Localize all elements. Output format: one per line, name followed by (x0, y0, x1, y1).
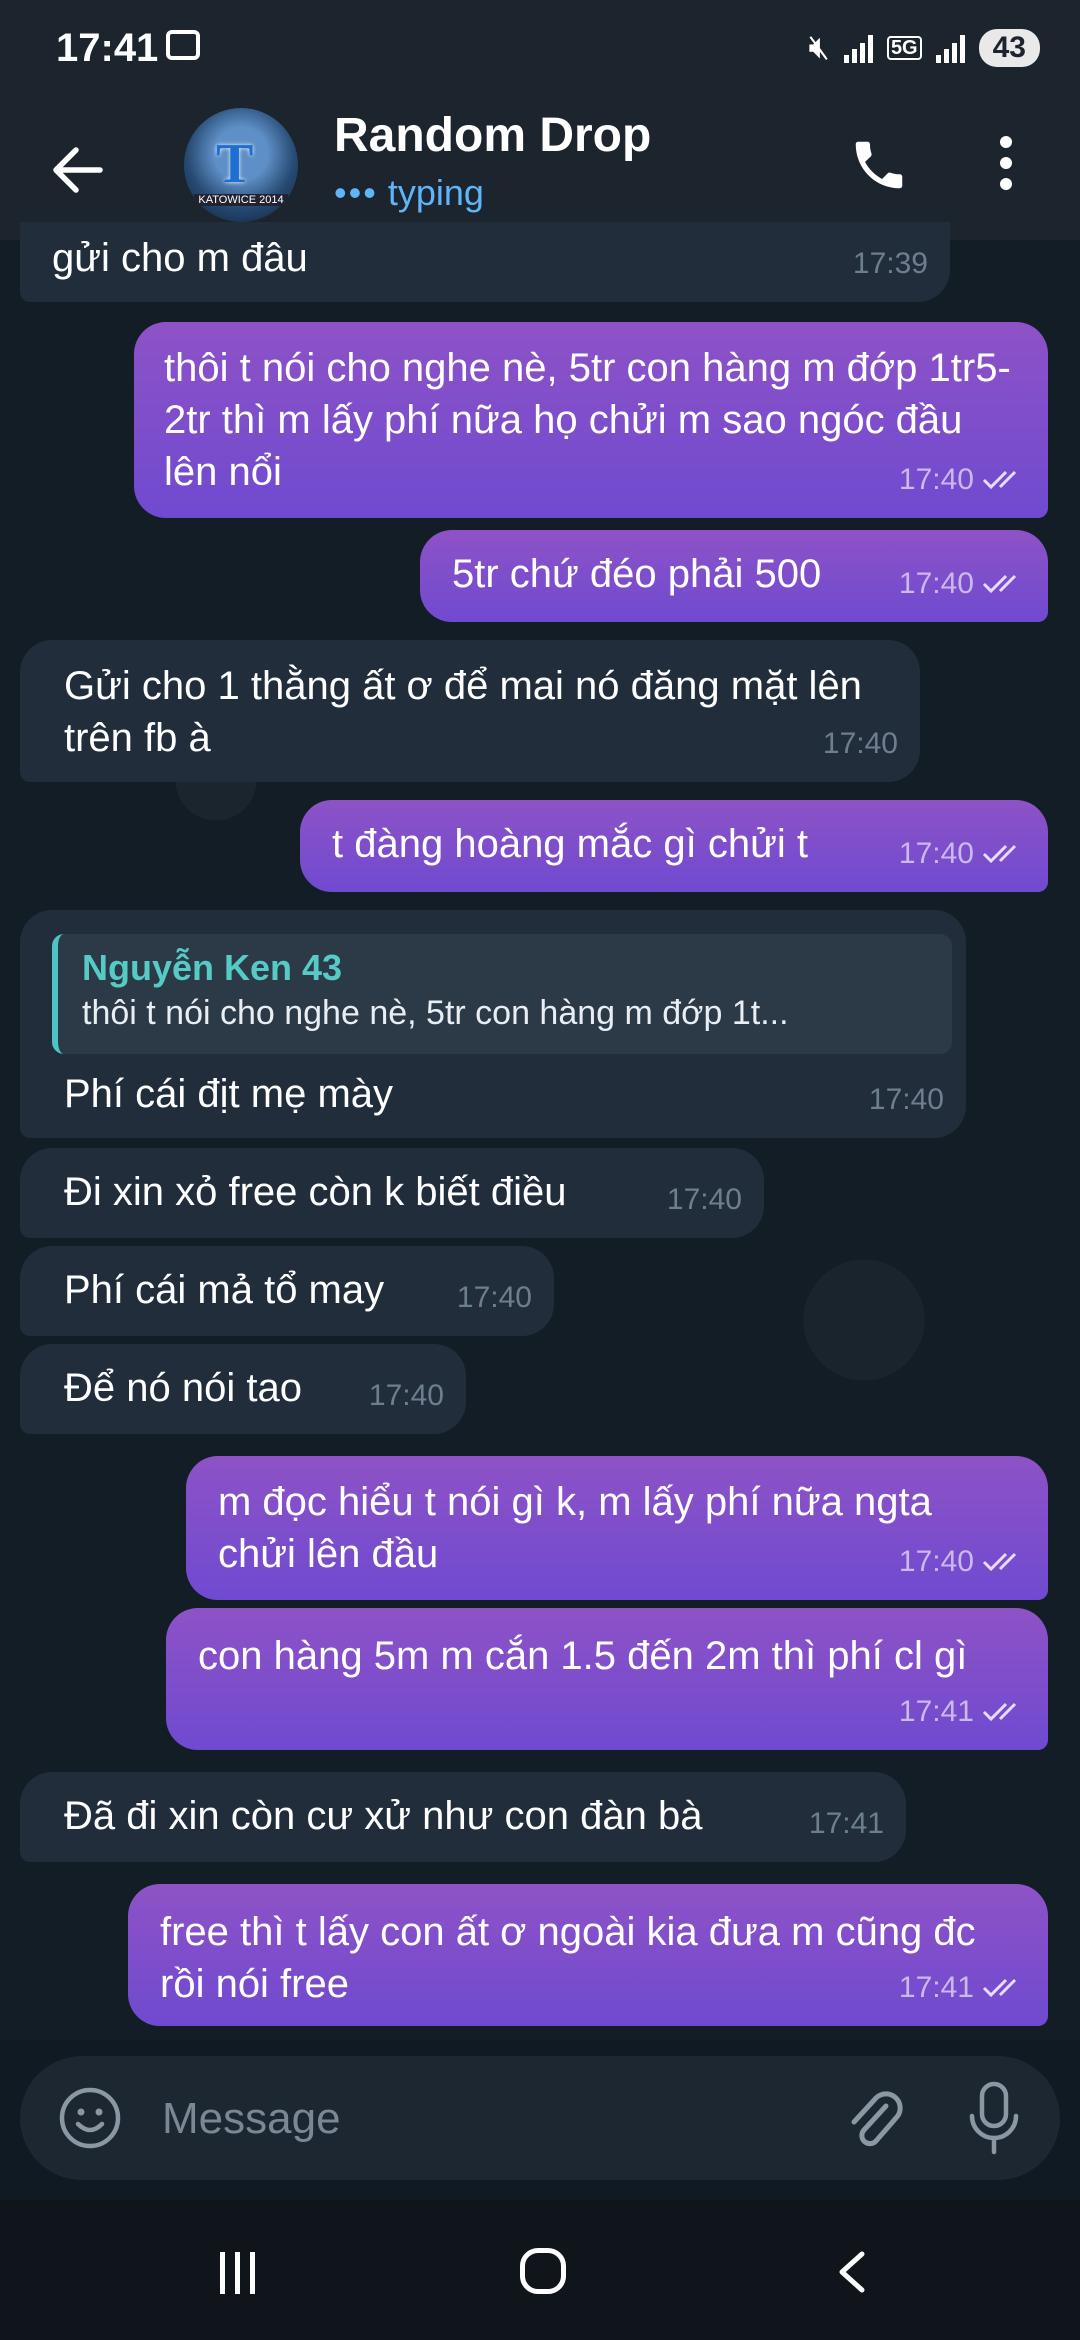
more-options-icon[interactable] (996, 136, 1016, 196)
message-text: thôi t nói cho nghe nè, 5tr con hàng m đ… (164, 346, 1011, 494)
message-text: Đã đi xin còn cư xử như con đàn bà (64, 1794, 703, 1838)
message-time: 17:41 (899, 1686, 1026, 1738)
message-time: 17:41 (899, 1962, 1026, 2014)
message-time: 17:40 (899, 828, 1026, 880)
message-time: 17:40 (899, 454, 1026, 506)
recent-apps-icon[interactable] (220, 2252, 266, 2294)
message-bubble[interactable]: con hàng 5m m cắn 1.5 đến 2m thì phí cl … (166, 1608, 1048, 1750)
read-check-icon (982, 574, 1017, 594)
message-input[interactable]: Message (162, 2094, 341, 2144)
emoji-icon[interactable] (58, 2086, 122, 2150)
avatar[interactable]: T KATOWICE 2014 (184, 108, 298, 222)
read-check-icon (982, 470, 1017, 490)
mute-icon: 🔇︎ (808, 28, 830, 66)
message-time: 17:40 (899, 558, 1026, 610)
microphone-icon[interactable] (966, 2080, 1022, 2156)
nav-back-icon[interactable] (832, 2250, 872, 2294)
avatar-logo: T (216, 133, 254, 195)
message-time: 17:40 (822, 727, 898, 760)
message-text: Phí cái mả tổ may (64, 1268, 385, 1312)
message-bubble[interactable]: t đàng hoàng mắc gì chửi t 17:40 (300, 800, 1048, 892)
message-input-bar[interactable]: Message (20, 2056, 1060, 2180)
back-arrow-icon[interactable] (48, 140, 108, 200)
message-text: m đọc hiểu t nói gì k, m lấy phí nữa ngt… (218, 1480, 932, 1576)
message-time: 17:40 (868, 1083, 944, 1116)
message-bubble[interactable]: gửi cho m đâu 17:39 (20, 222, 950, 302)
typing-dots: ••• (334, 172, 378, 213)
signal-icon (843, 33, 873, 63)
status-time: 17:41 (56, 26, 159, 70)
battery-level: 43 (978, 28, 1040, 67)
message-bubble[interactable]: Để nó nói tao 17:40 (20, 1344, 466, 1434)
reply-quote[interactable]: Nguyễn Ken 43 thôi t nói cho nghe nè, 5t… (52, 934, 952, 1054)
message-bubble[interactable]: Đi xin xỏ free còn k biết điều 17:40 (20, 1148, 764, 1238)
typing-status: ••• typing (334, 172, 484, 214)
message-text: Đi xin xỏ free còn k biết điều (64, 1170, 567, 1214)
chat-header: T KATOWICE 2014 Random Drop ••• typing (0, 100, 1080, 240)
read-check-icon (982, 1978, 1017, 1998)
message-time: 17:40 (456, 1281, 532, 1314)
avatar-caption: KATOWICE 2014 (194, 194, 288, 206)
status-icons: 🔇︎ 5G 43 (809, 28, 1040, 67)
message-time: 17:41 (808, 1807, 884, 1840)
message-time: 17:40 (666, 1183, 742, 1216)
message-time: 17:40 (899, 1536, 1026, 1588)
reply-text: thôi t nói cho nghe nè, 5tr con hàng m đ… (82, 994, 789, 1032)
message-bubble-with-reply[interactable]: Nguyễn Ken 43 thôi t nói cho nghe nè, 5t… (20, 910, 966, 1138)
message-text: Phí cái địt mẹ mày (64, 1072, 394, 1116)
message-time: 17:40 (368, 1379, 444, 1412)
read-check-icon (982, 1702, 1017, 1722)
home-icon[interactable] (520, 2248, 566, 2294)
network-type: 5G (886, 35, 922, 60)
message-bubble[interactable]: Đã đi xin còn cư xử như con đàn bà 17:41 (20, 1772, 906, 1862)
message-bubble[interactable]: thôi t nói cho nghe nè, 5tr con hàng m đ… (134, 322, 1048, 518)
chat-title[interactable]: Random Drop (334, 108, 651, 163)
read-check-icon (982, 844, 1017, 864)
signal-icon-2 (935, 33, 965, 63)
typing-label: typing (387, 172, 484, 213)
phone-icon[interactable] (848, 134, 910, 196)
message-bubble[interactable]: 5tr chứ đéo phải 500 17:40 (420, 530, 1048, 622)
status-bar: 17:41 🔇︎ 5G 43 (0, 0, 1080, 100)
message-time: 17:39 (852, 247, 928, 280)
message-bubble[interactable]: m đọc hiểu t nói gì k, m lấy phí nữa ngt… (186, 1456, 1048, 1600)
reply-author: Nguyễn Ken 43 (82, 947, 343, 988)
message-text: free thì t lấy con ất ơ ngoài kia đưa m … (160, 1910, 976, 2006)
message-bubble[interactable]: Gửi cho 1 thằng ất ơ để mai nó đăng mặt … (20, 640, 920, 782)
message-text: gửi cho m đâu (52, 236, 308, 280)
message-bubble[interactable]: free thì t lấy con ất ơ ngoài kia đưa m … (128, 1884, 1048, 2026)
message-text: Gửi cho 1 thằng ất ơ để mai nó đăng mặt … (64, 664, 862, 760)
message-text: con hàng 5m m cắn 1.5 đến 2m thì phí cl … (198, 1634, 968, 1678)
message-bubble[interactable]: Phí cái mả tổ may 17:40 (20, 1246, 554, 1336)
system-nav-bar (0, 2200, 1080, 2340)
attach-icon[interactable] (842, 2084, 906, 2154)
read-check-icon (982, 1552, 1017, 1572)
screen-capture-icon (166, 30, 200, 60)
